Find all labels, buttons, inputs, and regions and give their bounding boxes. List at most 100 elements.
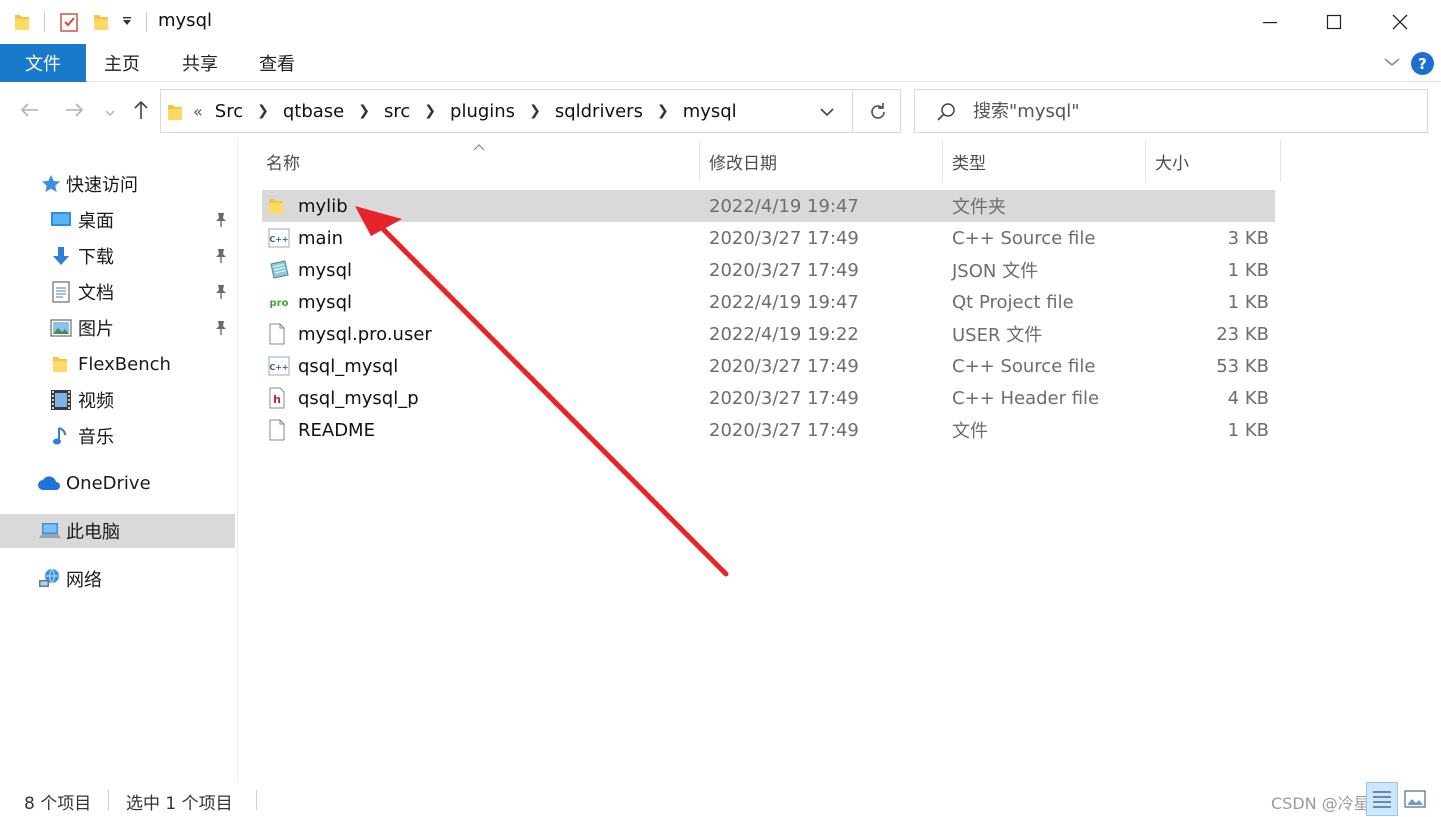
close-button[interactable]: [1368, 0, 1432, 44]
quick-access-dropdown-icon[interactable]: [121, 16, 133, 31]
sidebar-item-documents[interactable]: 文档: [0, 275, 235, 309]
chevron-right-icon[interactable]: ❯: [424, 103, 436, 119]
file-row-mysql-json[interactable]: mysql 2020/3/27 17:49 JSON 文件 1 KB: [262, 254, 1275, 286]
file-row-main[interactable]: C++ main 2020/3/27 17:49 C++ Source file…: [262, 222, 1275, 254]
file-row-qsql-mysql-p[interactable]: h qsql_mysql_p 2020/3/27 17:49 C++ Heade…: [262, 382, 1275, 414]
ribbon-expand-chevron-icon[interactable]: [1382, 52, 1402, 76]
tab-home[interactable]: 主页: [104, 44, 140, 82]
address-bar[interactable]: « Src ❯ qtbase ❯ src ❯ plugins ❯ sqldriv…: [160, 89, 901, 133]
pin-icon[interactable]: [214, 212, 228, 233]
help-icon[interactable]: ?: [1411, 52, 1434, 75]
details-view-icon: [1373, 791, 1391, 808]
breadcrumb-plugins[interactable]: plugins: [450, 101, 515, 122]
svg-text:C++: C++: [269, 235, 288, 244]
file-size: 3 KB: [1227, 227, 1269, 249]
properties-icon[interactable]: [60, 12, 78, 36]
sidebar-item-this-pc[interactable]: 此电脑: [0, 514, 235, 548]
file-date: 2022/4/19 19:22: [709, 323, 859, 345]
sidebar-item-downloads[interactable]: 下载: [0, 239, 235, 273]
title-separator: [146, 12, 147, 32]
search-input[interactable]: [973, 98, 1413, 124]
sidebar-item-music[interactable]: 音乐: [0, 419, 235, 453]
pin-icon[interactable]: [214, 248, 228, 269]
cpp-file-icon: C++: [268, 222, 290, 254]
column-header-name[interactable]: 名称: [266, 140, 698, 182]
sidebar-item-label: OneDrive: [66, 472, 151, 494]
sidebar-item-flexbench[interactable]: FlexBench: [0, 347, 235, 381]
sidebar-item-label: 下载: [78, 247, 114, 268]
documents-icon: [51, 281, 71, 303]
pictures-icon: [50, 318, 72, 338]
column-header-date[interactable]: 修改日期: [709, 140, 941, 182]
minimize-button[interactable]: [1238, 0, 1302, 44]
tab-view[interactable]: 查看: [259, 44, 295, 82]
status-separator: [108, 790, 109, 810]
breadcrumb-mysql[interactable]: mysql: [683, 101, 737, 122]
file-size: 1 KB: [1227, 259, 1269, 281]
sidebar-item-label: 视频: [78, 391, 114, 412]
minimize-icon: [1263, 22, 1277, 24]
breadcrumb-overflow[interactable]: «: [193, 102, 203, 121]
file-date: 2020/3/27 17:49: [709, 387, 859, 409]
chevron-right-icon[interactable]: ❯: [657, 103, 669, 119]
computer-icon: [38, 521, 62, 541]
svg-text:pro: pro: [270, 298, 289, 309]
chevron-right-icon[interactable]: ❯: [358, 103, 370, 119]
file-name: main: [298, 227, 343, 249]
breadcrumb-qtbase[interactable]: qtbase: [283, 101, 344, 122]
address-history-chevron-down-icon[interactable]: [817, 102, 837, 126]
large-icons-view-button[interactable]: [1404, 790, 1426, 813]
sidebar-item-pictures[interactable]: 图片: [0, 311, 235, 345]
header-file-icon: h: [268, 382, 286, 414]
column-divider[interactable]: [1145, 140, 1146, 182]
file-size: 1 KB: [1227, 291, 1269, 313]
sidebar-item-onedrive[interactable]: OneDrive: [0, 466, 235, 500]
search-box[interactable]: [914, 89, 1428, 133]
new-folder-icon[interactable]: [93, 12, 109, 36]
folder-icon: [167, 102, 183, 126]
column-header-size[interactable]: 大小: [1155, 140, 1279, 182]
sidebar-item-videos[interactable]: 视频: [0, 383, 235, 417]
arrow-left-icon: [20, 103, 38, 117]
file-row-qsql-mysql[interactable]: C++ qsql_mysql 2020/3/27 17:49 C++ Sourc…: [262, 350, 1275, 382]
file-row-mysql-pro[interactable]: pro mysql 2022/4/19 19:47 Qt Project fil…: [262, 286, 1275, 318]
file-date: 2020/3/27 17:49: [709, 227, 859, 249]
network-icon: [38, 568, 62, 590]
recent-locations-button[interactable]: [104, 104, 116, 123]
sidebar-item-desktop[interactable]: 桌面: [0, 203, 235, 237]
search-icon: [935, 101, 957, 127]
column-divider[interactable]: [699, 140, 700, 182]
back-button[interactable]: [18, 98, 42, 126]
up-button[interactable]: [130, 98, 152, 126]
column-divider[interactable]: [1280, 140, 1281, 182]
column-divider[interactable]: [942, 140, 943, 182]
breadcrumb-sqldrivers[interactable]: sqldrivers: [555, 101, 643, 122]
chevron-right-icon[interactable]: ❯: [257, 103, 269, 119]
column-header-type[interactable]: 类型: [952, 140, 1144, 182]
breadcrumb: « Src ❯ qtbase ❯ src ❯ plugins ❯ sqldriv…: [193, 90, 737, 132]
chevron-right-icon[interactable]: ❯: [529, 103, 541, 119]
details-view-button[interactable]: [1366, 782, 1398, 816]
svg-text:C++: C++: [269, 363, 288, 372]
sidebar-item-quick-access[interactable]: 快速访问: [0, 167, 235, 201]
folder-icon[interactable]: [14, 12, 30, 36]
pin-icon[interactable]: [214, 284, 228, 305]
quick-access-separator: [44, 12, 45, 32]
file-size: 4 KB: [1227, 387, 1269, 409]
file-name: mysql: [298, 291, 352, 313]
forward-button[interactable]: [62, 98, 86, 126]
refresh-icon[interactable]: [867, 101, 889, 127]
breadcrumb-src-root[interactable]: Src: [215, 101, 243, 122]
maximize-button[interactable]: [1302, 0, 1366, 44]
pin-icon[interactable]: [214, 320, 228, 341]
file-row-mylib[interactable]: mylib 2022/4/19 19:47 文件夹: [262, 190, 1275, 222]
video-icon: [50, 389, 72, 411]
file-row-mysql-pro-user[interactable]: mysql.pro.user 2022/4/19 19:22 USER 文件 2…: [262, 318, 1275, 350]
tab-file[interactable]: 文件: [0, 44, 86, 82]
file-row-readme[interactable]: README 2020/3/27 17:49 文件 1 KB: [262, 414, 1275, 446]
tab-share[interactable]: 共享: [182, 44, 218, 82]
sidebar-item-network[interactable]: 网络: [0, 562, 235, 596]
file-date: 2020/3/27 17:49: [709, 355, 859, 377]
status-bar: 8 个项目 选中 1 个项目 CSDN @冷星星x: [0, 782, 1441, 817]
breadcrumb-src[interactable]: src: [384, 101, 410, 122]
